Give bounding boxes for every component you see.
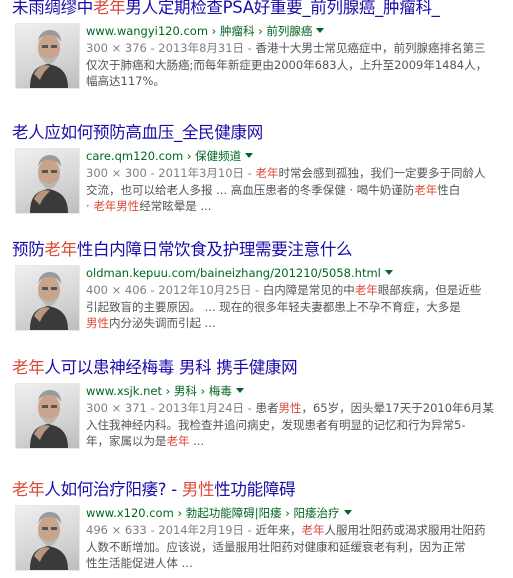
- dropdown-arrow-icon[interactable]: [245, 153, 254, 158]
- snippet-image-meta: 300 × 371 - 2013年1月24日 -: [86, 401, 256, 415]
- snippet-text: ...: [189, 434, 205, 448]
- title-keyword-highlight: 老年: [93, 0, 126, 17]
- snippet-text: 眼部疾病，但是近些: [377, 283, 482, 297]
- title-keyword-highlight: 老年: [12, 480, 45, 499]
- snippet-line: 交流，也可以给老人多报 ... 高血压患者的冬季保健 · 喝牛奶谨防老年性白: [86, 182, 513, 199]
- snippet-line: 引起致盲的主要原因。 ... 现在的很多年轻夫妻都患上不孕不育症，大多是: [86, 299, 513, 316]
- result-url[interactable]: oldman.kepuu.com/baineizhang/201210/5058…: [86, 266, 381, 280]
- snippet-text: 幅高达117%。: [86, 74, 165, 88]
- result-url[interactable]: www.xsjk.net: [86, 384, 162, 398]
- snippet-keyword-highlight: 老年: [414, 182, 438, 197]
- title-keyword-highlight: 老年: [44, 240, 77, 259]
- result-url-line: www.x120.com › 勃起功能障碍|阳痿 › 阳痿治疗: [86, 506, 352, 521]
- dropdown-arrow-icon[interactable]: [316, 28, 325, 33]
- result-snippet: 496 × 633 - 2014年2月19日 - 近年来，老年人服用壮阳药或渴求…: [86, 522, 513, 572]
- snippet-text: 仅次于肺癌和大肠癌;而每年新症更由2000年683人，上升至2009年1484人…: [86, 57, 488, 72]
- title-keyword-highlight: 男性: [181, 480, 215, 499]
- snippet-keyword-highlight: 老年: [166, 434, 190, 448]
- result-snippet: 400 × 406 - 2012年10月25日 - 白内障是常见的中老年眼部疾病…: [86, 282, 513, 332]
- result-url-line: oldman.kepuu.com/baineizhang/201210/5058…: [86, 266, 393, 281]
- snippet-text: 人服用壮阳药或渴求服用壮阳药: [324, 523, 486, 537]
- result-url[interactable]: www.wangyi120.com: [86, 24, 208, 38]
- result-url-line: www.xsjk.net › 男科 › 梅毒: [86, 384, 244, 399]
- snippet-keyword-highlight: 老年男性: [93, 199, 140, 213]
- result-title-link[interactable]: 预防老年性白内障日常饮食及护理需要注意什么: [12, 240, 353, 260]
- snippet-keyword-highlight: 老年: [301, 523, 325, 537]
- result-breadcrumbs[interactable]: › 勃起功能障碍|阳痿 › 阳痿治疗: [174, 506, 339, 520]
- result-thumbnail-image[interactable]: [15, 23, 80, 89]
- snippet-image-meta: 300 × 376 - 2013年8月31日 -: [86, 41, 256, 55]
- snippet-text: 时常会感到孤独，我们一定要多于同龄人: [278, 166, 486, 180]
- snippet-line: 性生活能促进人体 ...: [86, 555, 513, 572]
- snippet-text: 交流，也可以给老人多报 ... 高血压患者的冬季保健 · 喝牛奶谨防: [86, 182, 415, 197]
- title-text: 人如何治疗阳痿? -: [44, 480, 182, 499]
- snippet-text: 年，家属以为是: [86, 434, 167, 448]
- title-keyword-highlight: 老年: [12, 358, 45, 377]
- snippet-keyword-highlight: 男性: [86, 316, 109, 330]
- result-url[interactable]: www.x120.com: [86, 506, 174, 520]
- snippet-line: 幅高达117%。: [86, 73, 513, 90]
- result-snippet: 300 × 371 - 2013年1月24日 - 患者男性，65岁，因头晕17天…: [86, 400, 513, 450]
- snippet-text: ，65岁，因头晕17天于2010年6月某: [301, 401, 494, 415]
- result-title-link[interactable]: 未雨绸缪中老年男人定期检查PSA好重要_前列腺癌_肿瘤科_: [12, 0, 440, 18]
- result-breadcrumbs[interactable]: › 保健频道: [183, 149, 241, 163]
- title-text: 预防: [12, 240, 45, 259]
- snippet-keyword-highlight: 男性: [278, 401, 302, 415]
- result-thumbnail-image[interactable]: [15, 148, 80, 214]
- snippet-line: 人数不断增加。应该说，适量服用壮阳药对健康和延缓衰老有利，因为正常: [86, 539, 513, 556]
- result-title-link[interactable]: 老年人可以患神经梅毒 男科 携手健康网: [12, 358, 298, 378]
- dropdown-arrow-icon[interactable]: [343, 510, 352, 515]
- title-text: 老人应如何预防高血压_全民健康网: [12, 123, 263, 142]
- result-snippet: 300 × 376 - 2013年8月31日 - 香港十大男士常见癌症中，前列腺…: [86, 40, 513, 90]
- result-snippet: 300 × 300 - 2011年3月10日 - 老年时常会感到孤独，我们一定要…: [86, 165, 513, 215]
- snippet-line: 男性内分泌失调而引起 ...: [86, 315, 513, 332]
- snippet-image-meta: 496 × 633 - 2014年2月19日 -: [86, 523, 256, 537]
- snippet-line: 300 × 376 - 2013年8月31日 - 香港十大男士常见癌症中，前列腺…: [86, 40, 513, 57]
- snippet-text: 性白: [437, 182, 461, 197]
- snippet-line: 300 × 371 - 2013年1月24日 - 患者男性，65岁，因头晕17天…: [86, 400, 513, 417]
- snippet-keyword-highlight: 老年: [255, 166, 279, 180]
- title-text: 性白内障日常饮食及护理需要注意什么: [76, 240, 353, 259]
- snippet-line: 入住我神经内科。我检查并追问病史，发现患者有明显的记忆和行为异常5-: [86, 417, 513, 434]
- snippet-text: 内分泌失调而引起 ...: [109, 316, 216, 330]
- title-text: 男人定期检查PSA好重要_前列腺癌_肿瘤科_: [125, 0, 440, 17]
- snippet-text: 经常眩晕是 ...: [139, 199, 212, 213]
- snippet-line: 年，家属以为是老年 ...: [86, 433, 513, 450]
- dropdown-arrow-icon[interactable]: [384, 270, 393, 275]
- snippet-text: 引起致盲的主要原因。 ... 现在的很多年轻夫妻都患上不孕不育症，大多是: [86, 299, 461, 314]
- snippet-line: 496 × 633 - 2014年2月19日 - 近年来，老年人服用壮阳药或渴求…: [86, 522, 513, 539]
- snippet-text: 性生活能促进人体 ...: [86, 556, 193, 570]
- snippet-line: 300 × 300 - 2011年3月10日 - 老年时常会感到孤独，我们一定要…: [86, 165, 513, 182]
- snippet-line: 400 × 406 - 2012年10月25日 - 白内障是常见的中老年眼部疾病…: [86, 282, 513, 299]
- snippet-keyword-highlight: 老年: [354, 283, 378, 297]
- snippet-text: 香港十大男士常见癌症中，前列腺癌排名第三: [255, 41, 486, 55]
- snippet-text: 患者: [255, 401, 279, 415]
- snippet-line: · 老年男性经常眩晕是 ...: [86, 198, 513, 215]
- result-title-link[interactable]: 老人应如何预防高血压_全民健康网: [12, 123, 263, 143]
- snippet-line: 仅次于肺癌和大肠癌;而每年新症更由2000年683人，上升至2009年1484人…: [86, 57, 513, 74]
- snippet-text: 人数不断增加。应该说，适量服用壮阳药对健康和延缓衰老有利，因为正常: [86, 539, 466, 554]
- snippet-text: 近年来，: [255, 523, 302, 537]
- result-breadcrumbs[interactable]: › 男科 › 梅毒: [162, 384, 232, 398]
- title-text: 未雨绸缪中: [12, 0, 94, 17]
- result-breadcrumbs[interactable]: › 肿瘤科 › 前列腺癌: [208, 24, 313, 38]
- result-thumbnail-image[interactable]: [15, 265, 80, 331]
- title-text: 人可以患神经梅毒 男科 携手健康网: [44, 358, 298, 377]
- result-url-line: care.qm120.com › 保健频道: [86, 149, 254, 164]
- result-url-line: www.wangyi120.com › 肿瘤科 › 前列腺癌: [86, 24, 325, 39]
- result-title-link[interactable]: 老年人如何治疗阳痿? - 男性性功能障碍: [12, 480, 296, 500]
- result-url[interactable]: care.qm120.com: [86, 149, 183, 163]
- snippet-text: 入住我神经内科。我检查并追问病史，发现患者有明显的记忆和行为异常5-: [86, 417, 466, 432]
- result-thumbnail-image[interactable]: [15, 383, 80, 449]
- dropdown-arrow-icon[interactable]: [235, 388, 244, 393]
- result-thumbnail-image[interactable]: [15, 505, 80, 571]
- snippet-text: 白内障是常见的中: [262, 283, 355, 297]
- snippet-image-meta: 400 × 406 - 2012年10月25日 -: [86, 283, 263, 297]
- title-text: 性功能障碍: [214, 480, 296, 499]
- snippet-image-meta: 300 × 300 - 2011年3月10日 -: [86, 166, 256, 180]
